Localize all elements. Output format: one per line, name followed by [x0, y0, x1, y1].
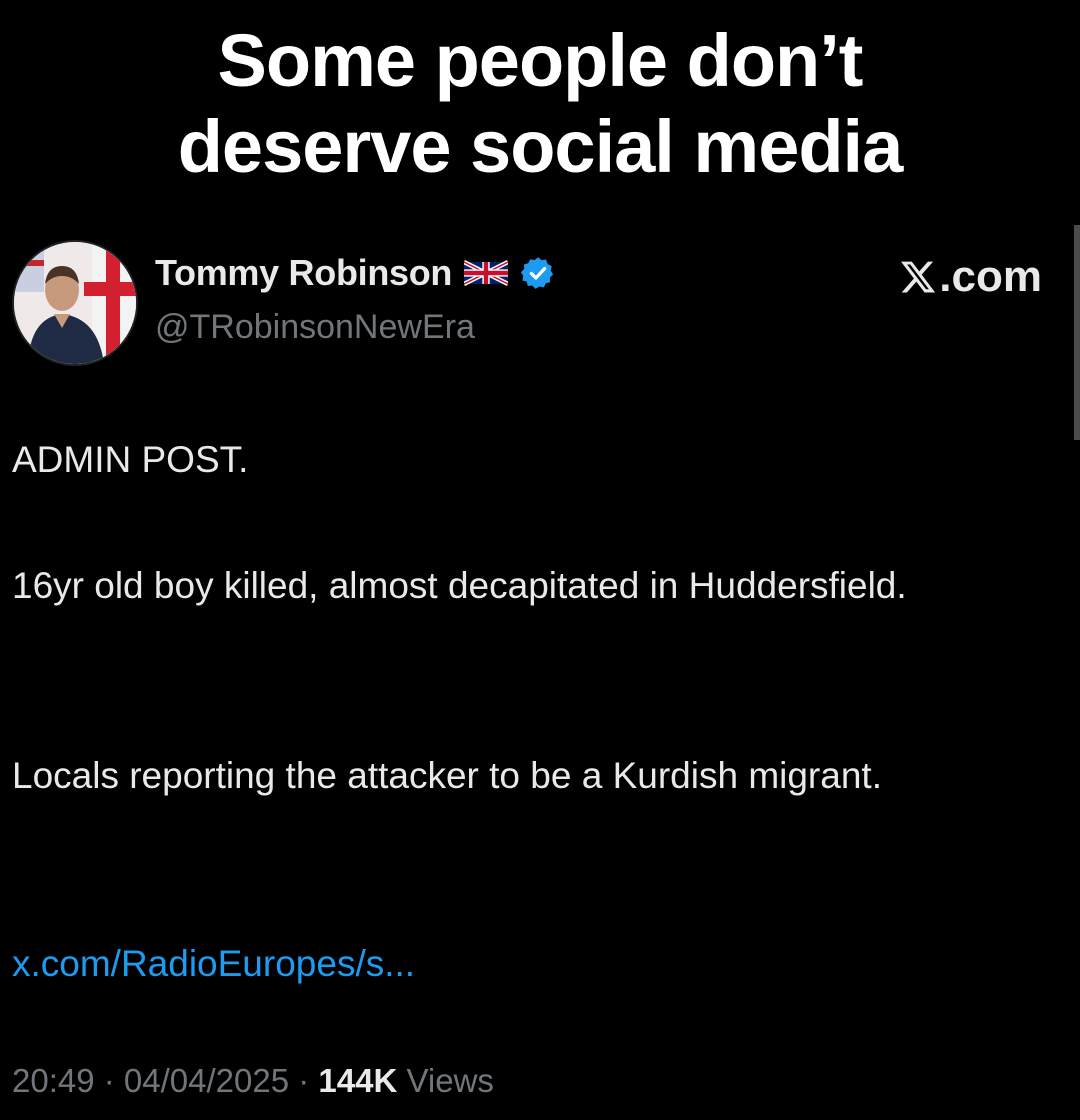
verified-badge-icon	[521, 257, 554, 289]
overlay-caption: Some people don’t deserve social media	[0, 17, 1080, 190]
post-meta: 20:49 · 04/04/2025 · 144K Views	[12, 1056, 494, 1106]
views-count: 144K	[318, 1062, 398, 1099]
caption-line-2: deserve social media	[176, 103, 906, 190]
post-paragraph-2: 16yr old boy killed, almost decapitated …	[12, 565, 907, 606]
author-display-name[interactable]: Tommy Robinson	[155, 252, 452, 294]
avatar[interactable]	[12, 240, 138, 366]
x-com-label: .com	[899, 252, 1042, 302]
author-name-row: Tommy Robinson	[155, 252, 556, 294]
avatar-image	[14, 242, 136, 364]
post-paragraph-1: ADMIN POST.	[12, 439, 249, 480]
author-handle[interactable]: @TRobinsonNewEra	[155, 308, 475, 347]
edge-scrollbar	[1074, 225, 1080, 440]
meta-separator-1: ·	[94, 1062, 124, 1099]
meta-separator-2: ·	[289, 1062, 319, 1099]
post-time[interactable]: 20:49	[12, 1062, 95, 1099]
x-com-text: .com	[939, 252, 1042, 301]
caption-line-1: Some people don’t	[216, 17, 866, 104]
post-paragraph-3: Locals reporting the attacker to be a Ku…	[12, 755, 882, 796]
views-label: Views	[397, 1062, 494, 1099]
x-logo-icon	[901, 261, 936, 293]
post-link[interactable]: x.com/RadioEuropes/s...	[12, 936, 415, 991]
uk-flag-icon	[464, 260, 509, 286]
post-date[interactable]: 04/04/2025	[124, 1062, 289, 1099]
